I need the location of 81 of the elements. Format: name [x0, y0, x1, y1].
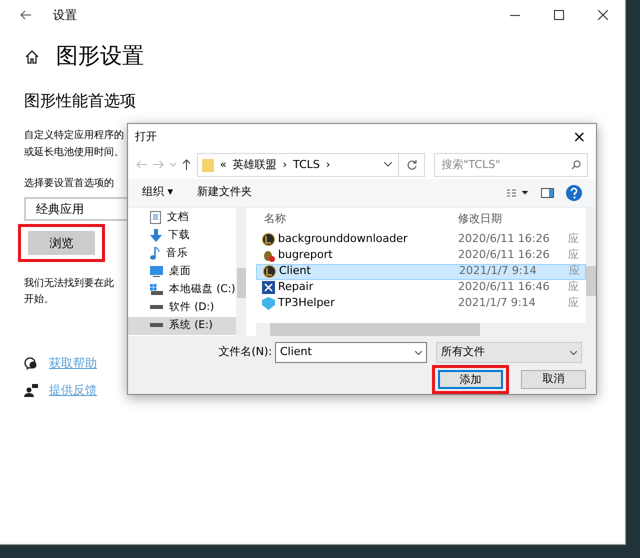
file-type: 应 — [569, 263, 580, 280]
file-row[interactable]: Repair 2020/6/11 16:46 应 — [256, 280, 586, 296]
nav-item[interactable]: 软件 (D:) — [128, 298, 236, 317]
back-icon[interactable] — [20, 10, 32, 20]
feedback-icon — [24, 384, 38, 396]
file-type: 应 — [568, 247, 579, 264]
description-text: 或延长电池使用时间。 — [24, 146, 124, 160]
file-type: 应 — [568, 231, 579, 248]
page-heading: 图形设置 — [56, 43, 144, 71]
file-row[interactable]: bugreport 2020/6/11 16:26 应 — [256, 248, 586, 264]
file-date: 2020/6/11 16:26 — [458, 247, 551, 264]
file-type: 应 — [568, 295, 579, 312]
bug-icon — [262, 249, 275, 262]
file-date: 2021/1/7 9:14 — [458, 295, 537, 312]
breadcrumb-item[interactable]: TCLS — [293, 156, 320, 174]
file-date: 2021/1/7 9:14 — [459, 263, 538, 280]
column-header[interactable]: 修改日期 — [458, 211, 502, 228]
file-row[interactable]: Client 2021/1/7 9:14 应 — [256, 264, 586, 280]
drive-icon — [150, 284, 163, 296]
up-arrow-icon[interactable] — [182, 159, 191, 170]
select-label: 选择要设置首选项的 — [24, 176, 114, 191]
filename-field[interactable]: Client — [275, 342, 427, 364]
caret-icon — [570, 350, 577, 355]
nav-item[interactable]: 本地磁盘 (C:) — [128, 280, 236, 299]
view-options-icon[interactable] — [507, 188, 529, 197]
file-name: backgrounddownloader — [278, 231, 408, 248]
section-heading: 图形性能首选项 — [24, 90, 137, 112]
desktop-icon — [150, 266, 163, 278]
file-row[interactable]: TP3Helper 2021/1/7 9:14 应 — [256, 296, 586, 312]
breadcrumb-item[interactable]: › — [282, 156, 288, 174]
music-note-icon — [150, 247, 160, 260]
search-icon — [571, 160, 581, 170]
add-button[interactable]: 添加 — [438, 370, 503, 390]
file-name: bugreport — [278, 247, 333, 264]
nav-item[interactable]: 音乐 — [128, 244, 236, 263]
refresh-icon[interactable] — [406, 160, 417, 170]
window-title: 设置 — [53, 7, 77, 24]
down-arrow-icon — [150, 229, 162, 242]
caret-icon — [415, 350, 422, 355]
caret-icon[interactable] — [384, 162, 392, 168]
file-name: Repair — [278, 279, 314, 296]
drive-icon — [150, 323, 163, 328]
help-icon[interactable] — [566, 184, 582, 201]
column-header[interactable]: 名称 — [256, 211, 458, 228]
file-type: 应 — [568, 279, 579, 296]
file-name: TP3Helper — [278, 295, 335, 312]
nav-item[interactable]: 桌面 — [128, 262, 236, 281]
shield-icon — [262, 297, 275, 310]
notice-text: 开始。 — [24, 293, 54, 307]
close-icon[interactable] — [598, 10, 608, 20]
home-icon[interactable] — [24, 48, 40, 64]
file-type-dropdown[interactable]: 所有文件 — [436, 342, 582, 364]
preview-pane-icon[interactable] — [541, 188, 554, 198]
browse-button[interactable]: 浏览 — [28, 231, 95, 255]
toolbar-button[interactable]: 新建文件夹 — [197, 184, 252, 201]
app-icon — [262, 233, 275, 246]
description-text: 自定义特定应用程序的 — [24, 128, 124, 143]
notice-text: 我们无法找到要在此 — [24, 276, 114, 291]
app-icon — [263, 265, 276, 278]
file-date: 2020/6/11 16:26 — [458, 231, 551, 248]
nav-item[interactable]: 下载 — [128, 226, 236, 245]
file-row[interactable]: backgrounddownloader 2020/6/11 16:26 应 — [256, 232, 586, 248]
dialog-title: 打开 — [135, 129, 157, 146]
drive-icon — [150, 305, 163, 310]
breadcrumb-item[interactable]: › — [326, 156, 330, 174]
chat-help-icon — [24, 356, 38, 370]
maximize-icon[interactable] — [554, 10, 564, 20]
close-button[interactable]: × — [562, 125, 596, 150]
cancel-button[interactable]: 取消 — [521, 370, 586, 390]
tools-icon — [262, 281, 275, 294]
breadcrumb-item[interactable]: « — [220, 156, 227, 174]
folder-icon — [202, 158, 214, 172]
breadcrumb-item[interactable]: 英雄联盟 — [232, 156, 277, 174]
file-name: Client — [279, 263, 311, 280]
filename-label: 文件名(N): — [218, 344, 272, 360]
document-icon — [150, 211, 161, 224]
minimize-icon[interactable] — [510, 14, 520, 16]
file-date: 2020/6/11 16:46 — [458, 279, 551, 296]
nav-item[interactable]: 系统 (E:) — [128, 316, 236, 335]
search-field[interactable]: 搜索"TCLS" — [434, 152, 588, 177]
address-bar[interactable]: « 英雄联盟 › TCLS › — [196, 152, 426, 177]
